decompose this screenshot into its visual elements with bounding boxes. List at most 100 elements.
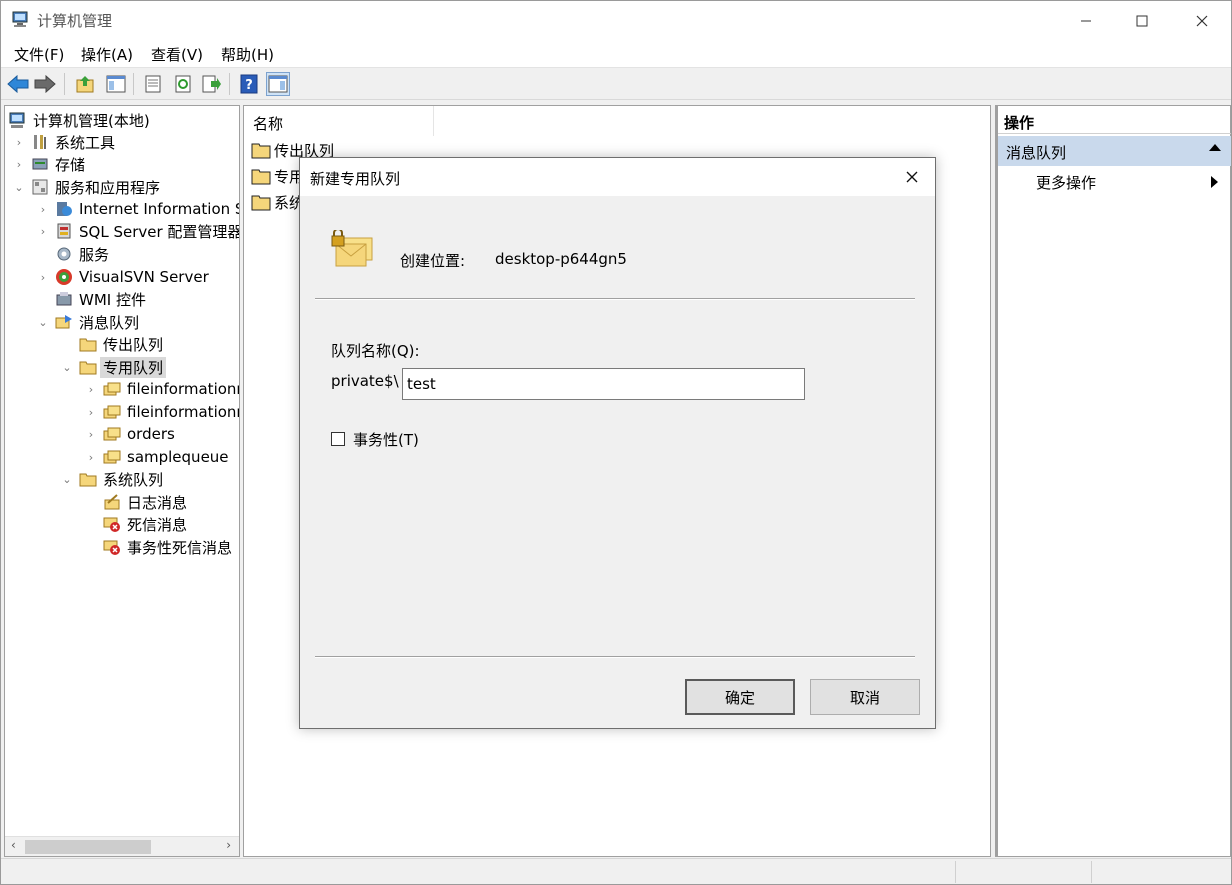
queue-path-prefix: private$\ [331,372,399,390]
column-header-name[interactable]: 名称 [244,106,434,136]
action-section-msmq[interactable]: 消息队列 [998,136,1231,166]
tree-item-private-queues[interactable]: ⌄ 专用队列 [61,356,167,378]
expand-arrow-icon[interactable]: › [13,158,25,171]
close-icon [1196,15,1208,26]
back-button[interactable] [6,72,30,96]
window-title: 计算机管理 [37,12,113,30]
tree-item-services-apps[interactable]: ⌄ 服务和应用程序 [13,176,160,198]
submenu-arrow-icon[interactable] [1211,176,1218,188]
title-bar: 计算机管理 [1,1,1231,40]
tree-item-journal-messages[interactable]: 日志消息 [103,491,187,513]
queue-icon [103,405,121,419]
list-item[interactable]: 系统 [251,190,304,214]
minimize-button[interactable] [1063,1,1109,40]
expand-arrow-icon[interactable]: › [85,406,97,419]
more-actions-item[interactable]: 更多操作 [1036,172,1096,193]
tree-item-services[interactable]: 服务 [55,243,109,265]
tree-item-sql-config[interactable]: › SQL Server 配置管理器 [37,220,239,242]
close-icon [906,171,918,183]
toolbar: ? [1,68,1231,100]
menu-view[interactable]: 查看(V) [151,44,203,65]
export-list-icon [202,75,221,93]
services-apps-icon [32,179,48,195]
menu-help[interactable]: 帮助(H) [221,44,274,65]
help-button[interactable]: ? [237,72,261,96]
iis-icon [57,202,72,216]
tree-item-visualsvn[interactable]: › VisualSVN Server [37,266,209,288]
tree-item-wmi[interactable]: WMI 控件 [55,288,146,310]
tools-icon [34,135,46,149]
collapse-arrow-icon[interactable]: ⌄ [37,316,49,329]
queue-name-input[interactable] [402,368,805,400]
show-hide-action-pane-button[interactable] [266,72,290,96]
collapse-up-icon[interactable] [1209,144,1221,151]
show-hide-tree-button[interactable] [104,72,128,96]
tree-item-queue[interactable]: › samplequeue [85,446,229,468]
minimize-icon [1081,20,1091,21]
expand-arrow-icon[interactable]: › [85,428,97,441]
properties-button[interactable] [141,72,165,96]
menu-action[interactable]: 操作(A) [81,44,133,65]
sql-server-icon [57,223,71,239]
tree-item-system-queues[interactable]: ⌄ 系统队列 [61,468,163,490]
tree-item-root[interactable]: 计算机管理(本地) [9,109,150,131]
dialog-close-button[interactable] [901,166,923,188]
close-button[interactable] [1179,1,1225,40]
action-pane: 操作 消息队列 更多操作 [995,105,1231,857]
tree-item-dead-letter[interactable]: 死信消息 [103,513,187,535]
private-queue-icon [331,230,373,267]
transactional-checkbox[interactable] [331,432,345,446]
expand-arrow-icon[interactable]: › [85,451,97,464]
storage-icon [32,158,48,170]
up-one-level-button[interactable] [73,72,97,96]
expand-arrow-icon[interactable]: › [85,383,97,396]
export-list-button[interactable] [199,72,223,96]
queue-name-label: 队列名称(Q): [331,342,420,360]
horizontal-scrollbar[interactable]: ‹ › [5,836,239,856]
expand-arrow-icon[interactable]: › [37,225,49,238]
ok-button[interactable]: 确定 [685,679,795,715]
journal-icon [104,494,120,510]
menu-bar: 文件(F) 操作(A) 查看(V) 帮助(H) [1,40,1231,68]
tree-item-system-tools[interactable]: › 系统工具 [13,131,115,153]
toolbar-separator [229,73,230,95]
dialog-title-bar: 新建专用队列 [300,158,935,196]
location-value: desktop-p644gn5 [495,250,627,268]
expand-arrow-icon[interactable]: › [13,136,25,149]
scroll-right-icon[interactable]: › [226,838,231,852]
collapse-arrow-icon[interactable]: ⌄ [61,361,73,374]
scroll-left-icon[interactable]: ‹ [11,838,16,852]
up-folder-icon [76,76,94,93]
transactional-label[interactable]: 事务性(T) [353,429,419,450]
tree-item-queue[interactable]: › fileinformationn [85,378,239,400]
svg-text:?: ? [245,78,253,93]
menu-file[interactable]: 文件(F) [14,44,64,65]
cancel-button[interactable]: 取消 [810,679,920,715]
wmi-control-icon [56,292,72,306]
tree-item-storage[interactable]: › 存储 [13,153,85,175]
tree-item-msmq[interactable]: ⌄ 消息队列 [37,311,139,333]
forward-button[interactable] [33,72,57,96]
scrollbar-thumb[interactable] [25,840,151,854]
tree-item-queue[interactable]: › fileinformationn [85,401,239,423]
collapse-arrow-icon[interactable]: ⌄ [61,473,73,486]
queue-icon [103,427,121,441]
list-item[interactable]: 专用 [251,164,304,188]
tree-item-iis[interactable]: › Internet Information Se [37,198,239,220]
tree-item-transactional-dead-letter[interactable]: 事务性死信消息 [103,536,232,558]
refresh-button[interactable] [171,72,195,96]
tree-item-outgoing-queues[interactable]: 传出队列 [79,333,163,355]
collapse-arrow-icon[interactable]: ⌄ [13,181,25,194]
expand-arrow-icon[interactable]: › [37,271,49,284]
maximize-button[interactable] [1119,1,1165,40]
show-hide-action-pane-icon [268,75,288,93]
status-bar [1,858,1231,884]
folder-icon [79,338,97,352]
toolbar-separator [133,73,134,95]
tree-item-queue[interactable]: › orders [85,423,175,445]
action-pane-header: 操作 [998,106,1231,134]
refresh-icon [175,75,191,93]
expand-arrow-icon[interactable]: › [37,203,49,216]
status-separator [1091,861,1092,883]
status-separator [955,861,956,883]
